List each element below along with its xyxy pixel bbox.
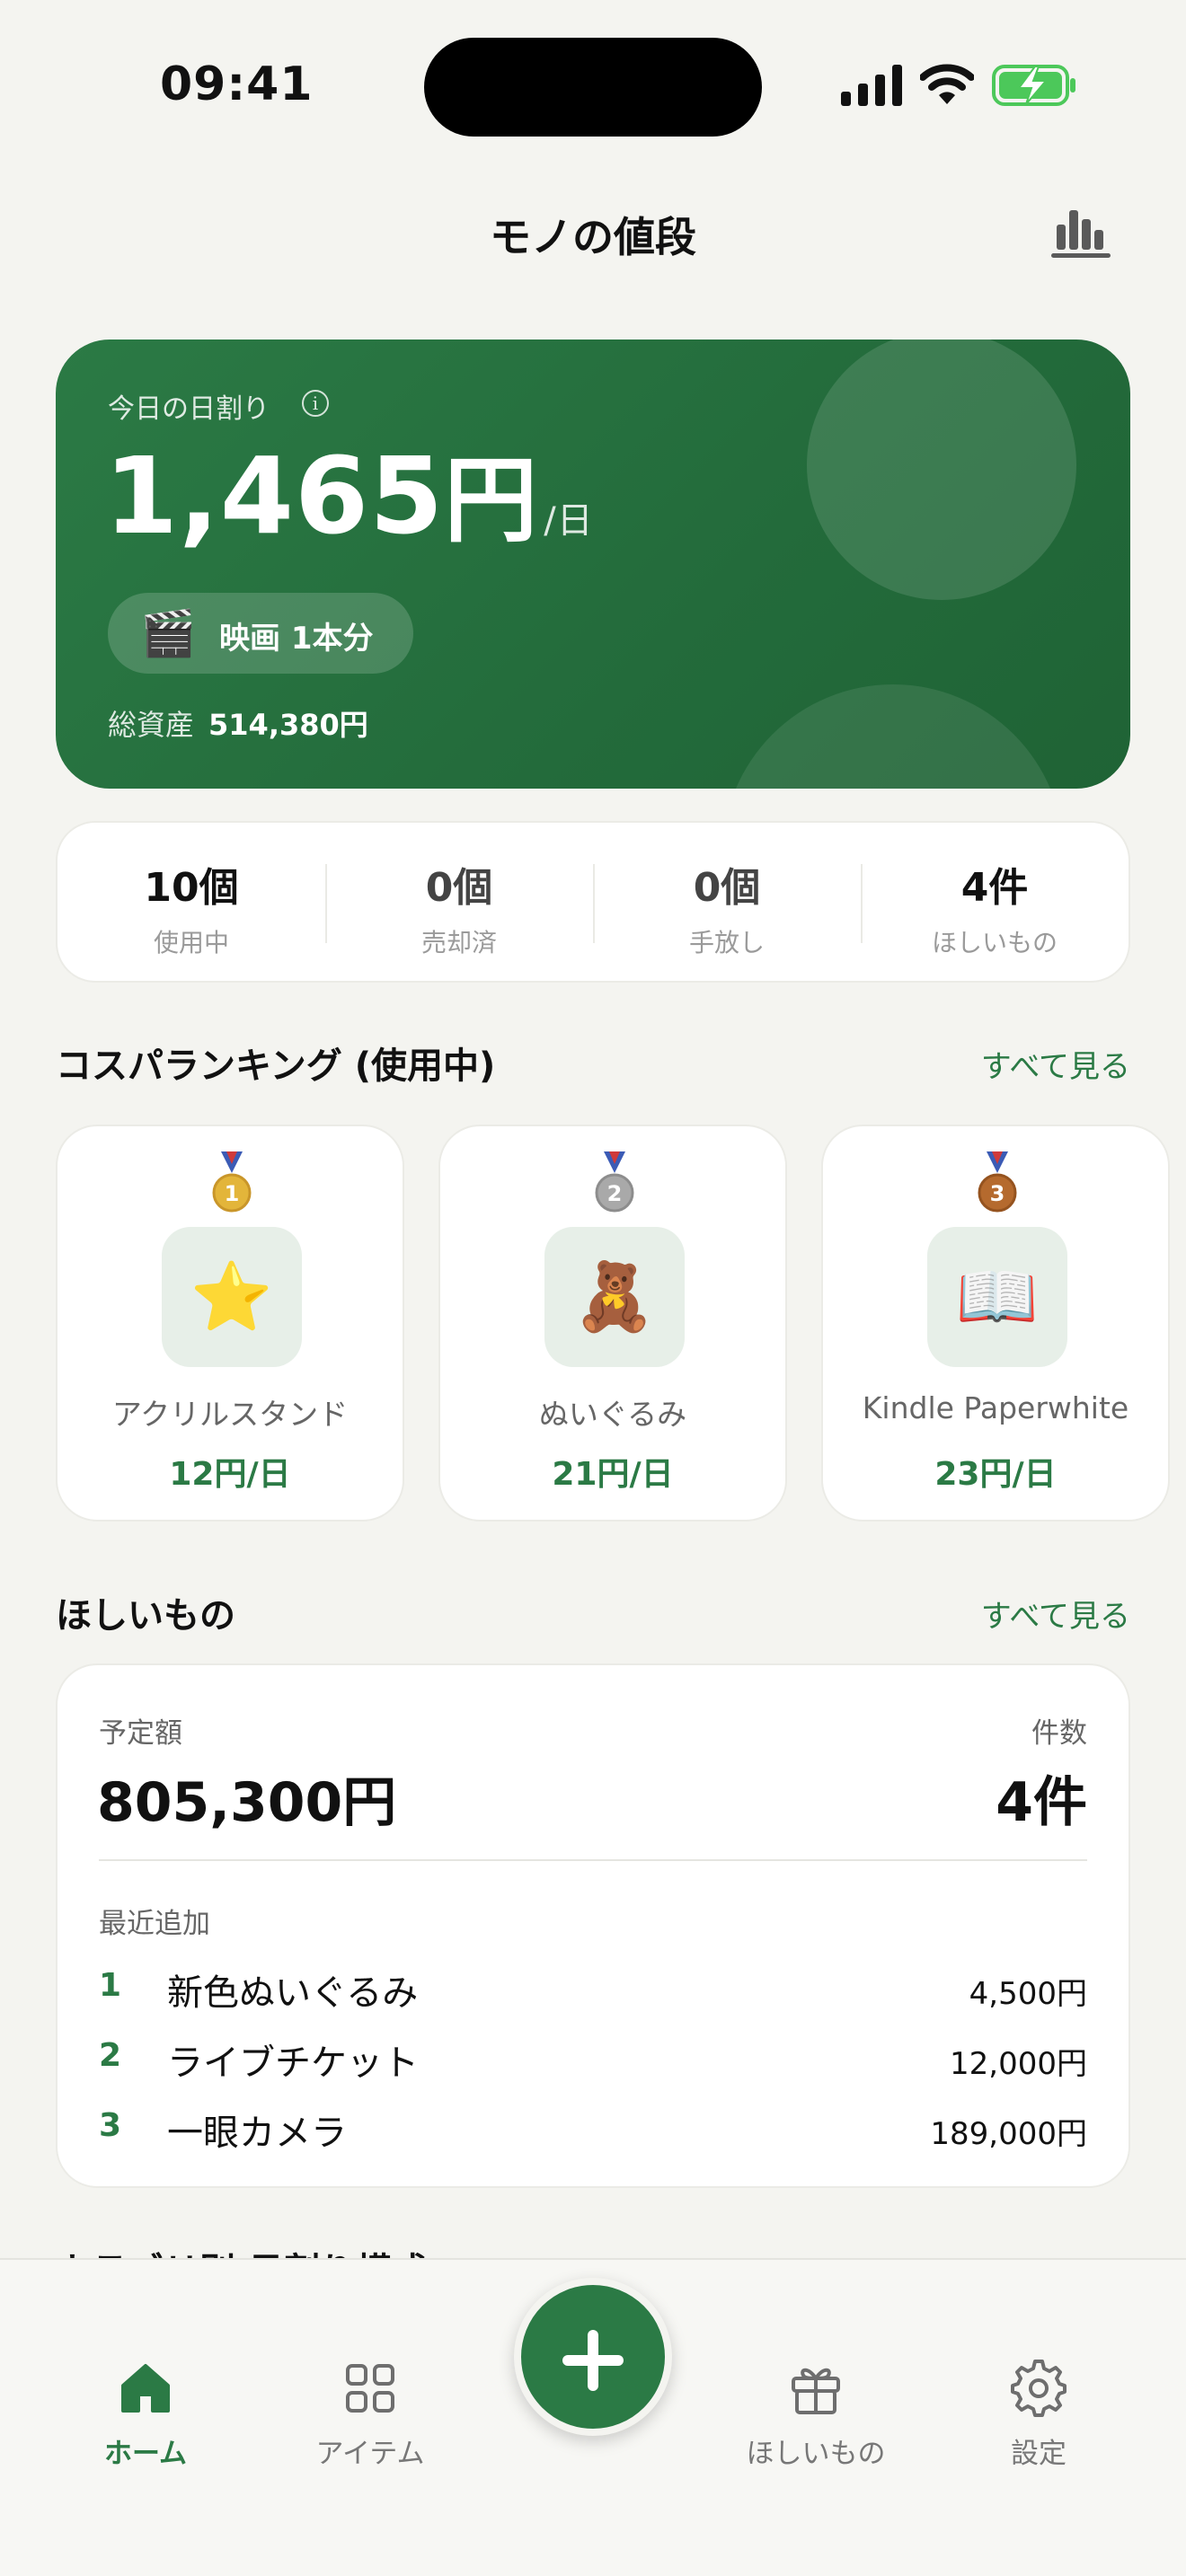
wishlist-row[interactable]: 3 一眼カメラ 189,000円 [99, 2100, 1087, 2154]
count-value: 0個 [693, 865, 761, 911]
wishlist-budget-label: 予定額 [99, 1717, 182, 1750]
gold-medal-icon: 1 [212, 1151, 252, 1213]
clapper-board-icon: 🎬 [140, 607, 197, 659]
ranking-item-price: 21円/日 [552, 1456, 674, 1493]
daily-cost-card: 今日の日割り i 1,465円/日 🎬 映画 1本分 総資産 514,380円 [56, 340, 1130, 789]
tab-label: 設定 [1011, 2438, 1067, 2470]
total-assets-value: 514,380円 [208, 708, 368, 742]
total-assets: 総資産 514,380円 [108, 702, 368, 744]
total-assets-label: 総資産 [108, 708, 195, 742]
count-value: 0個 [425, 865, 493, 911]
ranking-item-price: 23円/日 [934, 1456, 1057, 1493]
svg-text:3: 3 [990, 1181, 1005, 1206]
count-wishlist[interactable]: 4件 ほしいもの [861, 823, 1128, 981]
recently-added-label: 最近追加 [99, 1908, 210, 1940]
open-book-icon: 📖 [927, 1227, 1067, 1367]
svg-text:1: 1 [225, 1181, 240, 1206]
wishlist-rank: 1 [99, 1967, 122, 2004]
add-item-button[interactable] [514, 2278, 672, 2436]
wifi-icon [920, 64, 974, 104]
gift-icon [792, 2368, 840, 2414]
wishlist-item-price: 189,000円 [930, 2116, 1087, 2152]
wishlist-item-name: ライブチケット [167, 2042, 419, 2084]
ranking-card-3[interactable]: 3 📖 Kindle Paperwhite 23円/日 [821, 1125, 1170, 1522]
ranking-item-name: ぬいぐるみ [538, 1397, 687, 1432]
wishlist-count-value: 4件 [996, 1771, 1087, 1834]
decorative-circle [807, 340, 1076, 600]
wishlist-rank: 2 [99, 2037, 122, 2074]
count-value: 4件 [960, 865, 1029, 911]
tab-items[interactable]: アイテム [280, 2359, 460, 2471]
daily-cost-value: 1,465 [104, 434, 445, 558]
silver-medal-icon: 2 [595, 1151, 634, 1213]
count-label: 売却済 [420, 928, 497, 957]
count-released[interactable]: 0個 手放し [593, 823, 861, 981]
ranking-see-all-link[interactable]: すべて見る [981, 1042, 1130, 1086]
battery-charging-icon [992, 65, 1075, 106]
tab-home[interactable]: ホーム [56, 2359, 235, 2471]
wishlist-item-price: 12,000円 [950, 2046, 1087, 2082]
gear-icon [1011, 2360, 1067, 2417]
equivalent-chip: 🎬 映画 1本分 [108, 593, 413, 674]
count-in-use[interactable]: 10個 使用中 [58, 823, 325, 981]
home-screen: 09:41 モノの値段 今日の日割り i 1,465円 /日 🎬 映画 1本分 … [0, 0, 1186, 2576]
wishlist-card[interactable]: 予定額 805,300円 件数 4件 最近追加 1 新色ぬいぐるみ 4,500円… [56, 1663, 1130, 2188]
daily-cost-label: 今日の日割り [108, 393, 270, 425]
wishlist-item-name: 新色ぬいぐるみ [167, 1972, 419, 2014]
page-title: モノの値段 [490, 213, 696, 261]
wishlist-budget-value: 805,300円 [97, 1771, 397, 1834]
wishlist-item-name: 一眼カメラ [167, 2113, 347, 2154]
ranking-title: コスパランキング (使用中) [56, 1045, 496, 1087]
equivalent-text: 映画 1本分 [219, 621, 374, 657]
status-time: 09:41 [160, 57, 314, 111]
wishlist-title: ほしいもの [56, 1595, 235, 1636]
decorative-circle [722, 684, 1064, 789]
ranking-card-2[interactable]: 2 🧸 ぬいぐるみ 21円/日 [438, 1125, 787, 1522]
per-day-label: /日 [544, 500, 594, 542]
count-label: 手放し [688, 928, 765, 957]
teddy-bear-icon: 🧸 [544, 1227, 685, 1367]
count-value: 10個 [144, 865, 239, 911]
item-counts-card: 10個 使用中 0個 売却済 0個 手放し 4件 ほしいもの [56, 821, 1130, 983]
grid-icon [346, 2364, 394, 2413]
ranking-item-name: Kindle Paperwhite [862, 1390, 1129, 1425]
svg-text:2: 2 [607, 1181, 623, 1206]
count-label: 使用中 [153, 928, 229, 957]
wishlist-count-label: 件数 [1031, 1717, 1087, 1750]
wishlist-item-price: 4,500円 [969, 1976, 1087, 2012]
wishlist-see-all-link[interactable]: すべて見る [981, 1592, 1130, 1636]
stats-chart-icon[interactable] [1051, 207, 1111, 259]
tab-label: アイテム [315, 2438, 425, 2470]
count-sold[interactable]: 0個 売却済 [325, 823, 593, 981]
ranking-item-name: アクリルスタンド [111, 1397, 349, 1432]
wishlist-row[interactable]: 2 ライブチケット 12,000円 [99, 2030, 1087, 2084]
dynamic-island [424, 38, 762, 137]
divider [99, 1859, 1087, 1861]
ranking-card-1[interactable]: 1 ⭐ アクリルスタンド 12円/日 [56, 1125, 404, 1522]
wishlist-rank: 3 [99, 2107, 122, 2144]
plus-icon [588, 2330, 598, 2391]
daily-cost-unit: 円 [444, 446, 539, 555]
tab-label: ほしいもの [746, 2438, 886, 2470]
bronze-medal-icon: 3 [978, 1151, 1017, 1213]
ranking-item-price: 12円/日 [169, 1456, 291, 1493]
cellular-signal-icon [841, 65, 902, 106]
star-icon: ⭐ [162, 1227, 302, 1367]
home-icon [121, 2364, 170, 2413]
info-icon[interactable]: i [302, 390, 329, 417]
tab-wishlist[interactable]: ほしいもの [726, 2359, 906, 2471]
status-bar: 09:41 [0, 0, 1186, 171]
daily-cost-amount: 1,465円/日 [104, 437, 594, 555]
wishlist-row[interactable]: 1 新色ぬいぐるみ 4,500円 [99, 1960, 1087, 2014]
count-label: ほしいもの [931, 928, 1058, 957]
tab-settings[interactable]: 設定 [949, 2359, 1128, 2471]
tab-label: ホーム [103, 2438, 188, 2470]
